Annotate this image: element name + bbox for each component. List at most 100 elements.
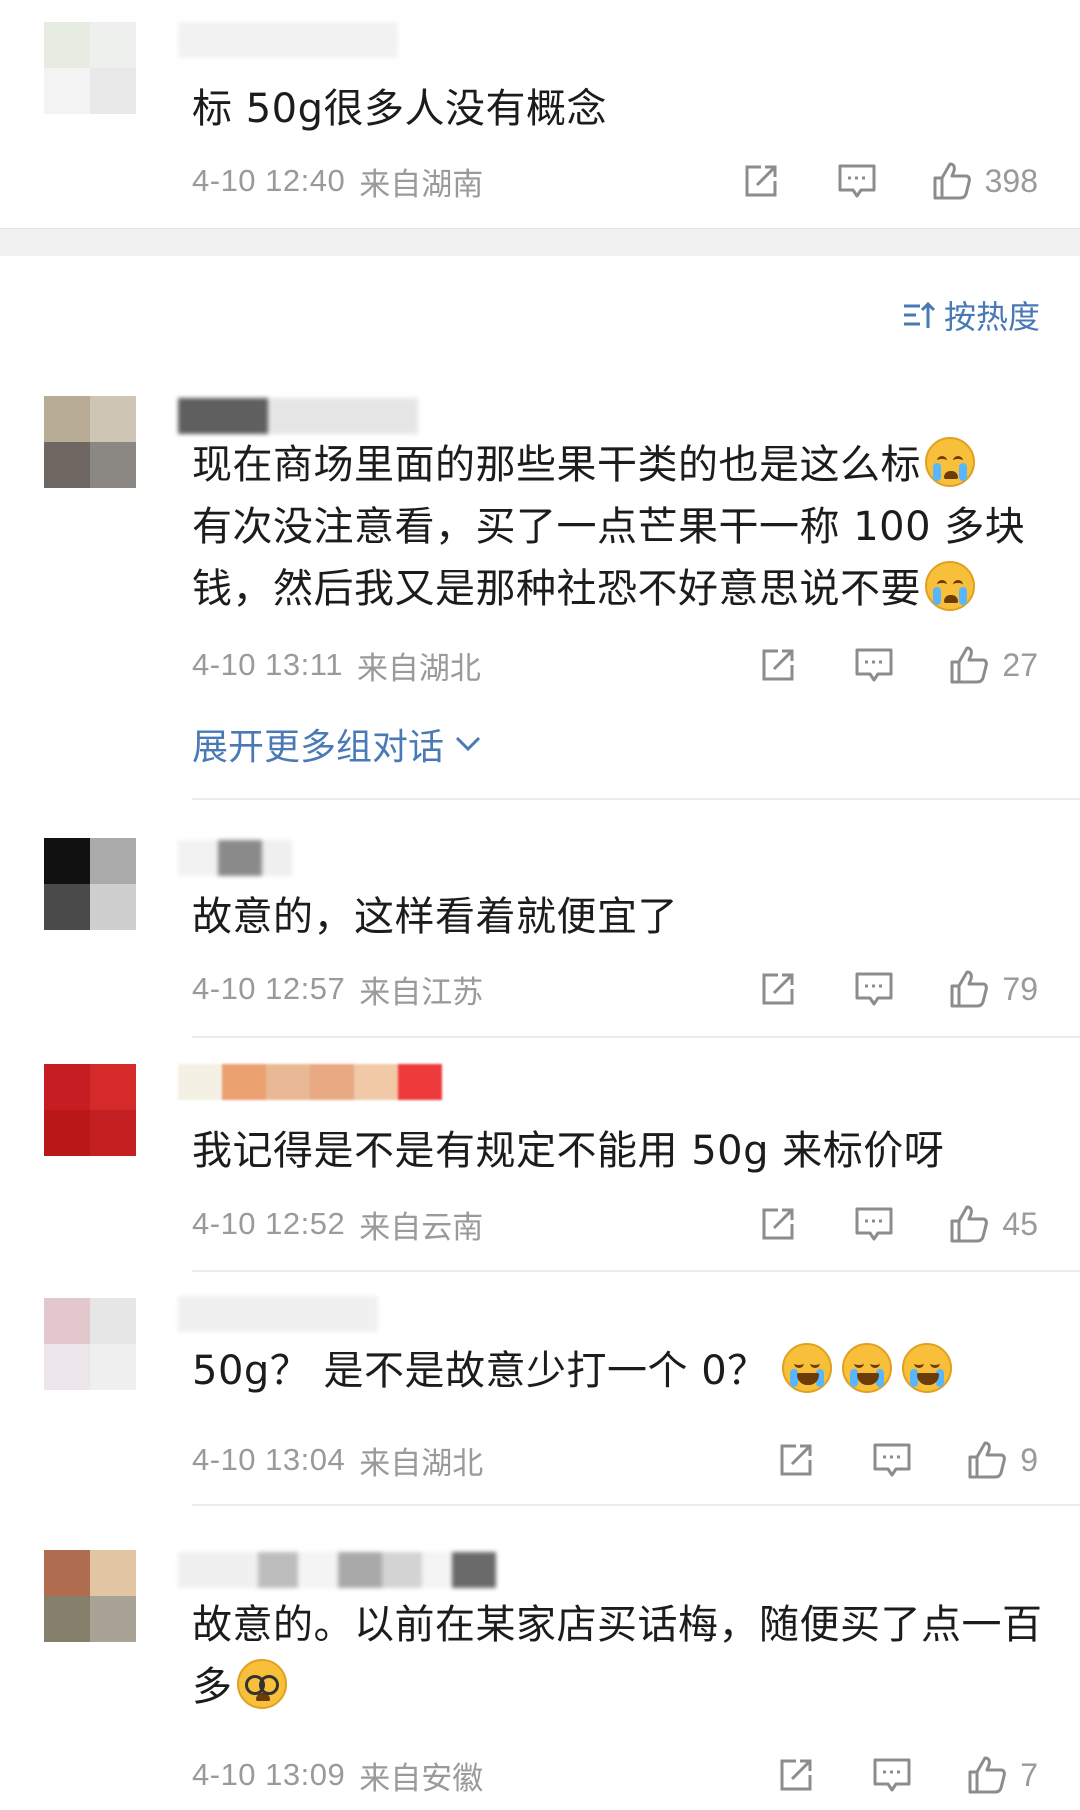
crying-face-emoji [925, 561, 975, 611]
thumbs-up-icon [968, 1441, 1006, 1479]
divider [192, 798, 1080, 800]
share-icon [762, 649, 794, 681]
comment-meta: 4-10 12:57 来自江苏 [192, 969, 484, 1010]
laughing-face-emoji [901, 1343, 952, 1393]
comment-text: 现在商场里面的那些果干类的也是这么标 有次没注意看，买了一点芒果干一称 100 … [192, 434, 1044, 620]
share-icon [745, 165, 777, 197]
laughing-face-emoji [781, 1343, 832, 1393]
comment-meta: 4-10 12:40 来自湖南 [192, 161, 484, 202]
comment-icon [838, 164, 876, 198]
avatar[interactable] [44, 1064, 136, 1156]
thumbs-up-icon [968, 1756, 1006, 1794]
comment-meta: 4-10 13:09 来自安徽 [192, 1755, 484, 1796]
comment-text: 故意的。以前在某家店买话梅，随便买了点一百多 [192, 1594, 1044, 1718]
comment-meta: 4-10 12:52 来自云南 [192, 1204, 484, 1245]
comment-meta: 4-10 13:04 来自湖北 [192, 1440, 483, 1481]
avatar[interactable] [44, 838, 136, 930]
comment-location: 来自江苏 [359, 974, 484, 1010]
comment-time: 4-10 12:40 [192, 163, 346, 198]
comment-icon [873, 1443, 911, 1477]
comment-time: 4-10 13:04 [192, 1442, 346, 1477]
share-button[interactable] [756, 1202, 800, 1246]
comment-time: 4-10 12:52 [192, 1206, 346, 1241]
reply-button[interactable] [870, 1753, 914, 1797]
thumbs-up-icon [933, 162, 971, 200]
comment-actions: 27 [756, 643, 1038, 687]
like-count: 27 [1002, 646, 1038, 683]
divider [192, 1504, 1080, 1506]
sort-label: 按热度 [943, 298, 1040, 336]
username-blurred[interactable] [178, 1552, 496, 1588]
share-button[interactable] [774, 1753, 818, 1797]
username-blurred[interactable] [178, 840, 292, 876]
like-count: 79 [1002, 970, 1038, 1007]
username-blurred[interactable] [178, 1064, 442, 1100]
username-blurred[interactable] [178, 22, 398, 58]
like-button[interactable]: 27 [948, 644, 1038, 686]
share-button[interactable] [774, 1438, 818, 1482]
comment-time: 4-10 12:57 [192, 971, 346, 1006]
comment-icon [855, 1207, 893, 1241]
comment-text-line: 50g？ 是不是故意少打一个 0？ [192, 1348, 768, 1394]
reply-button[interactable] [852, 967, 896, 1011]
like-count: 45 [1002, 1205, 1038, 1242]
comment-text-line: 故意的。以前在某家店买话梅，随便买了点一百多 [192, 1602, 1043, 1710]
share-icon [762, 1208, 794, 1240]
expand-label: 展开更多组对话 [192, 727, 445, 768]
crying-face-emoji [925, 437, 975, 487]
thumbs-up-icon [950, 646, 989, 684]
divider [192, 1036, 1080, 1038]
comment-actions: 398 [739, 159, 1038, 203]
comment-location: 来自云南 [359, 1209, 484, 1245]
comment-location: 来自湖南 [359, 166, 484, 202]
share-button[interactable] [756, 967, 800, 1011]
like-button[interactable]: 7 [966, 1754, 1038, 1796]
username-blurred[interactable] [178, 1296, 378, 1332]
comment-text: 我记得是不是有规定不能用 50g 来标价呀 [192, 1128, 945, 1174]
comment-actions: 9 [774, 1438, 1038, 1482]
like-button[interactable]: 79 [948, 968, 1038, 1010]
divider [192, 1270, 1080, 1272]
username-blurred[interactable] [178, 398, 418, 434]
avatar[interactable] [44, 1550, 136, 1642]
thumbs-up-icon [950, 970, 989, 1008]
glasses-face-emoji [236, 1659, 287, 1709]
comment-icon [855, 648, 893, 682]
laughing-face-emoji [841, 1343, 892, 1393]
comment-actions: 79 [756, 967, 1038, 1011]
share-button[interactable] [756, 643, 800, 687]
like-button[interactable]: 45 [948, 1203, 1038, 1245]
share-button[interactable] [739, 159, 783, 203]
comment-icon [855, 972, 893, 1006]
reply-button[interactable] [870, 1438, 914, 1482]
like-button[interactable]: 9 [966, 1439, 1038, 1481]
share-icon [762, 973, 794, 1005]
comment-text: 标 50g很多人没有概念 [192, 86, 608, 132]
like-count: 398 [984, 162, 1038, 199]
chevron-down-icon [455, 736, 481, 752]
sort-by-hot-button[interactable]: 按热度 [902, 292, 1040, 338]
comment-location: 来自湖北 [356, 650, 481, 686]
comment-time: 4-10 13:09 [192, 1757, 346, 1792]
thumbs-up-icon [950, 1205, 989, 1243]
like-count: 7 [1020, 1756, 1038, 1793]
like-button[interactable]: 398 [931, 160, 1038, 202]
comment-location: 来自安徽 [359, 1760, 484, 1796]
comment-meta: 4-10 13:11 来自湖北 [192, 645, 481, 686]
comment-text-line: 有次没注意看，买了一点芒果干一称 100 多块钱，然后我又是那种社恐不好意思说不… [192, 504, 1026, 612]
reply-button[interactable] [835, 159, 879, 203]
avatar[interactable] [44, 396, 136, 488]
avatar[interactable] [44, 1298, 136, 1390]
avatar[interactable] [44, 22, 136, 114]
share-icon [780, 1444, 812, 1476]
comment-actions: 45 [756, 1202, 1038, 1246]
comment-time: 4-10 13:11 [192, 647, 343, 682]
comment-actions: 7 [774, 1753, 1038, 1797]
comment-list-screen: 标 50g很多人没有概念 4-10 12:40 来自湖南 398 按热度 现在商… [0, 0, 1080, 1810]
like-count: 9 [1020, 1441, 1038, 1478]
reply-button[interactable] [852, 1202, 896, 1246]
reply-button[interactable] [852, 643, 896, 687]
section-separator [0, 228, 1080, 256]
expand-more-replies-link[interactable]: 展开更多组对话 [192, 718, 482, 770]
sort-icon [903, 301, 936, 328]
